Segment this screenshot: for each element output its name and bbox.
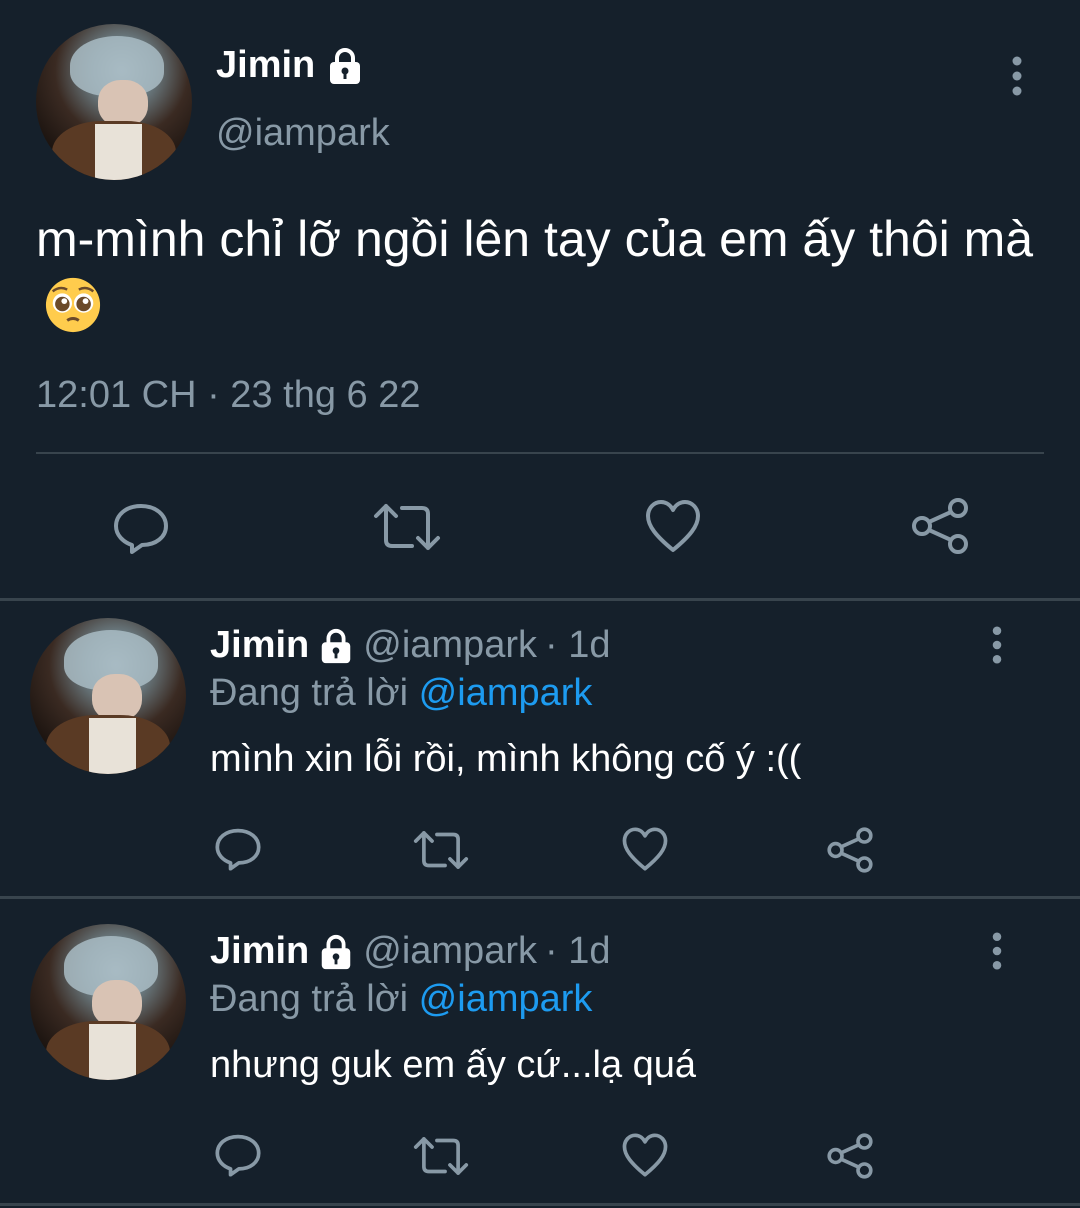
author-name[interactable]: Jimin [210,930,309,973]
author-name[interactable]: Jimin [216,44,365,87]
reply-header: Jimin @iampark · 1d [210,624,610,667]
author-handle[interactable]: @iampark [363,624,537,667]
reply-time: · 1d [544,624,611,666]
retweet-icon[interactable] [412,828,470,872]
retweet-icon[interactable] [372,500,442,554]
reply-time: · 1d [544,930,611,972]
retweet-icon[interactable] [412,1134,470,1178]
pleading-face-emoji [44,276,102,334]
reply-tweet[interactable]: Jimin @iampark · 1d Đang trả lời @iampar… [0,598,1080,902]
like-icon[interactable] [620,826,670,872]
tweet-timestamp[interactable]: 12:01 CH · 23 thg 6 22 [36,374,420,417]
divider [36,452,1044,454]
reply-icon[interactable] [112,498,170,556]
like-icon[interactable] [644,498,702,554]
replying-label: Đang trả lời [210,978,409,1020]
tweet-text-content: m-mình chỉ lỡ ngồi lên tay của em ấy thô… [36,211,1034,267]
reply-icon[interactable] [214,1130,262,1178]
author-handle[interactable]: @iampark [363,930,537,973]
share-icon[interactable] [826,826,874,874]
more-vertical-icon[interactable] [990,932,1004,970]
mention-link[interactable]: @iampark [419,672,593,714]
lock-icon [317,627,355,665]
author-name-text: Jimin [216,44,316,86]
replying-label: Đang trả lời [210,672,409,714]
reply-tweet[interactable]: Jimin @iampark · 1d Đang trả lời @iampar… [0,904,1080,1208]
reply-icon[interactable] [214,824,262,872]
lock-icon [317,933,355,971]
mention-link[interactable]: @iampark [419,978,593,1020]
more-vertical-icon[interactable] [990,626,1004,664]
more-vertical-icon[interactable] [1010,56,1024,96]
reply-text: mình xin lỗi rồi, mình không cố ý :(( [210,738,802,780]
reply-header: Jimin @iampark · 1d [210,930,610,973]
reply-text: nhưng guk em ấy cứ...lạ quá [210,1044,697,1086]
avatar[interactable] [30,924,186,1080]
lock-icon [325,46,365,86]
avatar[interactable] [30,618,186,774]
author-name[interactable]: Jimin [210,624,309,667]
share-icon[interactable] [910,496,970,556]
replying-to: Đang trả lời @iampark [210,672,592,715]
main-tweet: Jimin @iampark m-mình chỉ lỡ ngồi lên ta… [0,0,1080,598]
tweet-text: m-mình chỉ lỡ ngồi lên tay của em ấy thô… [36,208,1046,334]
share-icon[interactable] [826,1132,874,1180]
author-handle[interactable]: @iampark [216,112,390,155]
like-icon[interactable] [620,1132,670,1178]
avatar[interactable] [36,24,192,180]
separator [0,896,1080,899]
replying-to: Đang trả lời @iampark [210,978,592,1021]
